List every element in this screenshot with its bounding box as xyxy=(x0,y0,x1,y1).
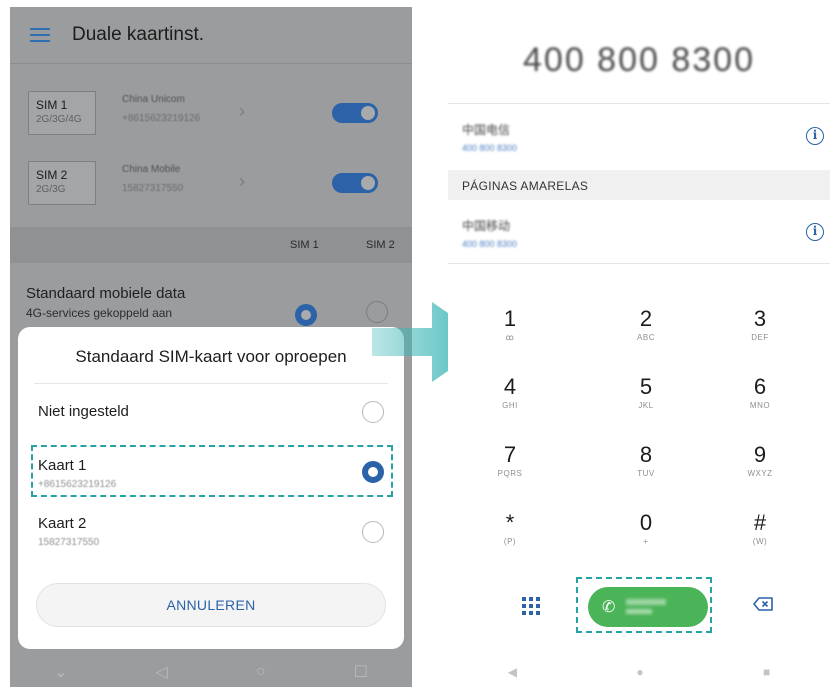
highlight-box xyxy=(576,577,712,633)
key-1[interactable]: 1ꝏ xyxy=(470,307,550,343)
divider xyxy=(448,103,830,104)
key-8[interactable]: 8 TUV xyxy=(606,443,686,479)
sim-row-2[interactable]: SIM 2 2G/3G China Mobile 15827317550 › xyxy=(10,149,412,219)
key-5[interactable]: 5 JKL xyxy=(606,375,686,411)
sim-select-dialog: Standaard SIM-kaart voor oproepen Niet i… xyxy=(18,327,404,649)
sim-slot-label: SIM 1 xyxy=(36,98,68,112)
default-data-subtitle: 4G-services gekoppeld aan xyxy=(26,306,173,320)
divider xyxy=(34,383,388,384)
nav-recents-icon[interactable]: ■ xyxy=(763,665,770,679)
key-0[interactable]: 0 + xyxy=(606,511,686,547)
highlight-box xyxy=(31,445,393,497)
info-icon[interactable]: i xyxy=(806,127,824,145)
carrier-name: China Unicom xyxy=(122,94,185,105)
radio-button[interactable] xyxy=(362,401,384,423)
key-star[interactable]: * (P) xyxy=(470,511,550,547)
chevron-right-icon: › xyxy=(239,101,245,121)
hamburger-icon[interactable] xyxy=(30,28,50,42)
cancel-button[interactable]: ANNULEREN xyxy=(36,583,386,627)
nav-bar: ◀ ● ■ xyxy=(448,657,830,687)
sim-number: +8615623219126 xyxy=(122,113,201,124)
page-title: Duale kaartinst. xyxy=(72,24,205,45)
key-2[interactable]: 2 ABC xyxy=(606,307,686,343)
app-header: Duale kaartinst. xyxy=(10,7,412,63)
key-hash[interactable]: # (W) xyxy=(720,511,800,547)
sim-card-icon: SIM 2 2G/3G xyxy=(28,161,96,205)
divider xyxy=(448,263,830,264)
left-phone-screen: Duale kaartinst. SIM 1 2G/3G/4G China Un… xyxy=(10,7,412,687)
right-phone-screen: 400 800 8300 中国电信 400 800 8300 i PÁGINAS… xyxy=(448,7,830,687)
info-icon[interactable]: i xyxy=(806,223,824,241)
nav-bar: ⌄ ◁ ○ ☐ xyxy=(10,657,412,687)
sim-1-toggle[interactable] xyxy=(332,103,378,123)
section-label: PÁGINAS AMARELAS xyxy=(462,179,589,193)
contact-name: 中国电信 xyxy=(462,123,511,137)
default-data-title: Standaard mobiele data xyxy=(26,285,186,302)
contact-number: 400 800 8300 xyxy=(462,239,518,249)
sim-slot-label: SIM 2 xyxy=(36,168,68,182)
option-label: Niet ingesteld xyxy=(38,403,129,420)
key-4[interactable]: 4 GHI xyxy=(470,375,550,411)
dialpad-icon[interactable] xyxy=(522,597,540,615)
option-number: 15827317550 xyxy=(38,537,100,548)
sim-tech-label: 2G/3G xyxy=(36,184,66,195)
contact-number: 400 800 8300 xyxy=(462,143,518,153)
key-9[interactable]: 9 WXYZ xyxy=(720,443,800,479)
carrier-name: China Mobile xyxy=(122,164,181,175)
column-header-band xyxy=(10,227,412,263)
dialed-number: 400 800 8300 xyxy=(523,41,755,79)
dialog-title: Standaard SIM-kaart voor oproepen xyxy=(75,347,347,366)
key-3[interactable]: 3 DEF xyxy=(720,307,800,343)
sim-card-icon: SIM 1 2G/3G/4G xyxy=(28,91,96,135)
nav-recents-icon[interactable]: ☐ xyxy=(354,662,368,682)
nav-home-icon[interactable]: ● xyxy=(636,665,643,679)
contact-name: 中国移动 xyxy=(462,219,511,233)
sim-number: 15827317550 xyxy=(122,183,184,194)
key-7[interactable]: 7 PQRS xyxy=(470,443,550,479)
column-sim1: SIM 1 xyxy=(290,239,319,251)
backspace-icon[interactable] xyxy=(753,597,773,611)
option-label: Kaart 2 xyxy=(38,515,87,532)
nav-back-icon[interactable]: ◁ xyxy=(156,662,168,682)
key-6[interactable]: 6 MNO xyxy=(720,375,800,411)
sim-row-1[interactable]: SIM 1 2G/3G/4G China Unicom +86156232191… xyxy=(10,79,412,149)
sim-2-toggle[interactable] xyxy=(332,173,378,193)
divider xyxy=(10,63,412,64)
column-sim2: SIM 2 xyxy=(366,239,395,251)
nav-home-icon[interactable]: ○ xyxy=(256,663,266,681)
radio-button[interactable] xyxy=(295,304,317,326)
nav-back-icon[interactable]: ◀ xyxy=(508,665,517,679)
chevron-right-icon: › xyxy=(239,171,245,191)
radio-button[interactable] xyxy=(362,521,384,543)
nav-down-icon[interactable]: ⌄ xyxy=(54,662,67,682)
sim-tech-label: 2G/3G/4G xyxy=(36,114,82,125)
